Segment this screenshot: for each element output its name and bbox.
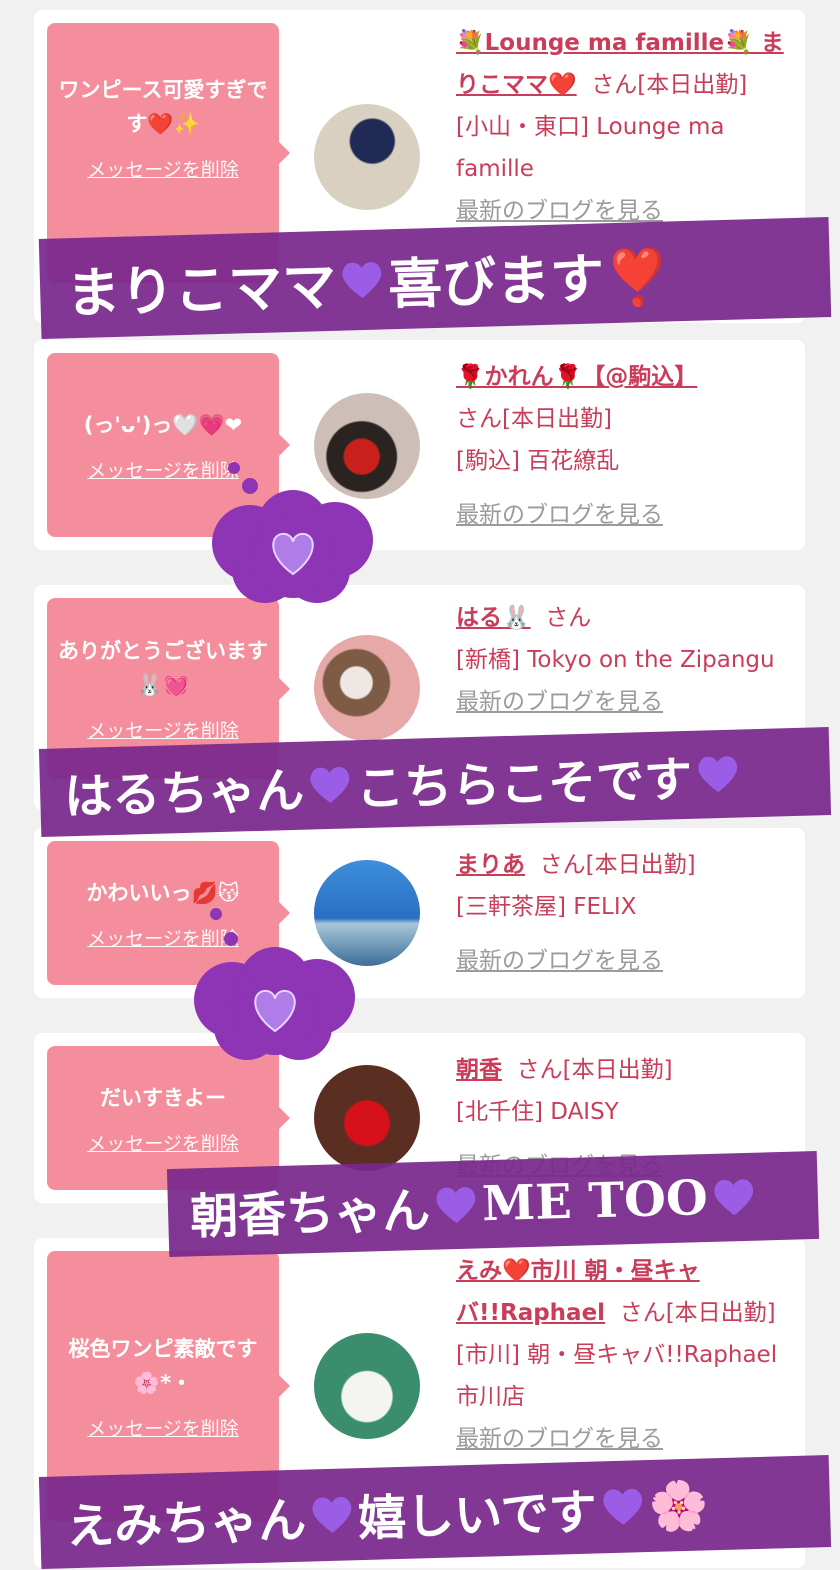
cloud-shape <box>212 490 373 603</box>
message-text: 桜色ワンピ素敵です🌸*・ <box>68 1336 258 1395</box>
work-status: [本日出勤] <box>585 852 696 878</box>
profile-name[interactable]: はる🐰 <box>456 605 531 631</box>
latest-blog-link[interactable]: 最新のブログを見る <box>456 1418 791 1460</box>
san-label: さん <box>456 406 502 432</box>
delete-message-link[interactable]: メッセージを削除 <box>87 1129 239 1156</box>
profile-info: 🌹かれん🌹【@駒込】 さん[本日出勤] [駒込] 百花繚乱 最新のブログを見る <box>456 356 791 536</box>
delete-message-link[interactable]: メッセージを削除 <box>87 1414 239 1441</box>
message-text: だいすきよー <box>100 1085 226 1110</box>
profile-info: えみ❤️市川 朝・昼キャバ!!Raphael さん[本日出勤] [市川] 朝・昼… <box>456 1250 791 1460</box>
purple-heart-icon <box>310 767 350 803</box>
san-label: さん <box>591 72 638 98</box>
caption-text: まりこママ <box>65 253 338 325</box>
caption-text: 朝香ちゃん <box>189 1182 431 1246</box>
purple-heart-icon <box>714 1179 753 1216</box>
message-text: ありがとうございます🐰💓 <box>58 639 268 697</box>
latest-blog-link[interactable]: 最新のブログを見る <box>456 681 791 723</box>
delete-message-link[interactable]: メッセージを削除 <box>87 716 239 743</box>
purple-heart-icon <box>698 756 738 793</box>
caption-text: はるちゃん <box>63 762 305 826</box>
work-status: [本日出勤] <box>637 72 748 98</box>
bubble-dot <box>228 462 240 474</box>
delete-message-link[interactable]: メッセージを削除 <box>87 456 239 483</box>
shop-area: [駒込] 百花繚乱 <box>456 448 620 474</box>
profile-name[interactable]: まりあ <box>456 852 525 878</box>
shop-area: [三軒茶屋] FELIX <box>456 894 637 920</box>
caption-text: ME TOO <box>481 1170 709 1233</box>
caption-text: えみちゃん <box>65 1492 307 1556</box>
work-status: [本日出勤] <box>665 1300 776 1326</box>
cherry-blossom-icon: 🌸 <box>647 1476 710 1535</box>
bubble-dot <box>224 932 238 946</box>
san-label: さん <box>619 1300 666 1326</box>
avatar[interactable] <box>314 635 420 741</box>
san-label: さん <box>539 852 586 878</box>
delete-message-link[interactable]: メッセージを削除 <box>87 155 239 182</box>
cloud-shape <box>194 947 355 1060</box>
caption-text: こちらこそです <box>355 751 693 818</box>
purple-heart-icon <box>602 1488 642 1525</box>
avatar[interactable] <box>314 1065 420 1171</box>
shop-area: [小山・東口] Lounge ma famille <box>456 114 725 182</box>
shop-area: [新橋] Tokyo on the Zipangu <box>456 647 775 673</box>
latest-blog-link[interactable]: 最新のブログを見る <box>456 940 791 982</box>
avatar[interactable] <box>314 393 420 499</box>
message-card: かわいいっ💋😽 メッセージを削除 まりあ さん[本日出勤] [三軒茶屋] FEL… <box>34 828 805 998</box>
shop-area: [北千住] DAISY <box>456 1099 619 1125</box>
message-text: (っ'ᴗ')っ🤍💗❤ <box>83 412 243 437</box>
message-card: (っ'ᴗ')っ🤍💗❤ メッセージを削除 🌹かれん🌹【@駒込】 さん[本日出勤] … <box>34 340 805 550</box>
caption-banner: 朝香ちゃん ME TOO <box>166 1150 820 1258</box>
profile-info: まりあ さん[本日出勤] [三軒茶屋] FELIX 最新のブログを見る <box>456 844 791 982</box>
profile-name[interactable]: 🌹かれん🌹【@駒込】 <box>456 356 791 398</box>
purple-heart-icon <box>436 1187 476 1224</box>
latest-blog-link[interactable]: 最新のブログを見る <box>456 494 791 536</box>
avatar[interactable] <box>314 1333 420 1439</box>
work-status: [本日出勤] <box>562 1057 673 1083</box>
san-label: さん <box>545 605 592 631</box>
shop-area: [市川] 朝・昼キャバ!!Raphael 市川店 <box>456 1342 778 1410</box>
san-label: さん <box>516 1057 563 1083</box>
message-text: かわいいっ💋😽 <box>86 880 240 905</box>
profile-info: はる🐰 さん [新橋] Tokyo on the Zipangu 最新のブログを… <box>456 597 791 723</box>
work-status: [本日出勤] <box>502 406 612 432</box>
purple-heart-icon <box>312 1497 352 1533</box>
profile-name[interactable]: 朝香 <box>456 1057 502 1083</box>
message-text: ワンピース可愛すぎです❤️✨ <box>58 77 268 136</box>
profile-info: 💐Lounge ma famille💐 まりこママ❤️ さん[本日出勤] [小山… <box>456 22 791 232</box>
caption-text: 嬉しいです <box>357 1484 598 1548</box>
avatar[interactable] <box>314 104 420 210</box>
caption-text: 喜びます❣️ <box>387 243 673 316</box>
purple-heart-icon <box>342 262 382 299</box>
bubble-dot <box>210 908 222 920</box>
